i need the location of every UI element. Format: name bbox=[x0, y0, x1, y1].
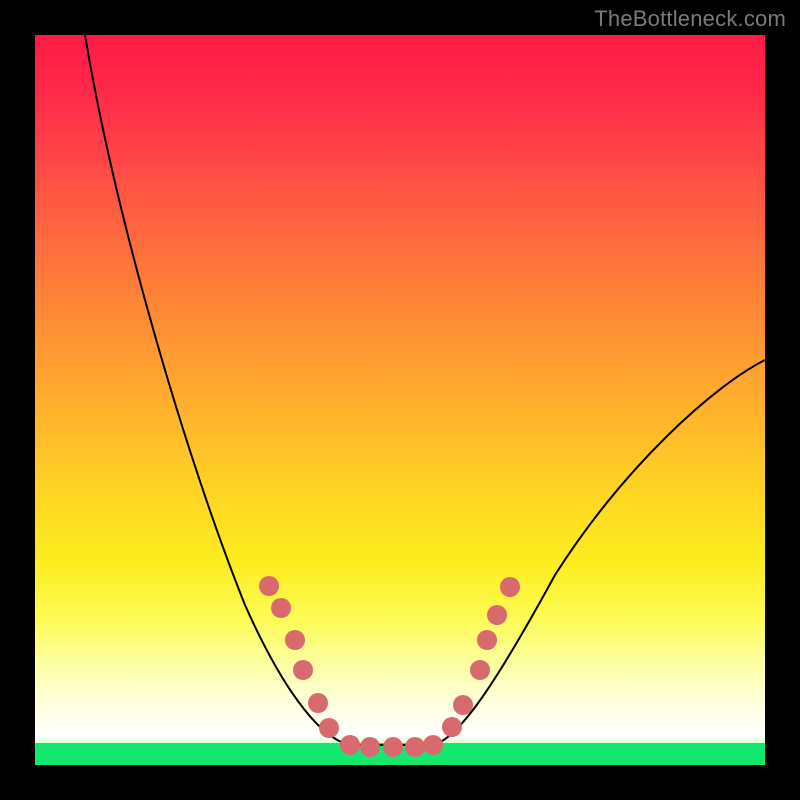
marker-dot bbox=[285, 630, 305, 650]
marker-dot bbox=[470, 660, 490, 680]
marker-dot bbox=[477, 630, 497, 650]
marker-dot bbox=[487, 605, 507, 625]
marker-dot bbox=[340, 735, 360, 755]
marker-dot bbox=[442, 717, 462, 737]
curve-markers bbox=[259, 576, 520, 757]
marker-dot bbox=[293, 660, 313, 680]
curve-path bbox=[85, 35, 765, 745]
marker-dot bbox=[308, 693, 328, 713]
marker-dot bbox=[360, 737, 380, 757]
marker-dot bbox=[383, 737, 403, 757]
marker-dot bbox=[259, 576, 279, 596]
watermark-text: TheBottleneck.com bbox=[594, 6, 786, 32]
plot-area bbox=[35, 35, 765, 765]
bottleneck-curve bbox=[35, 35, 765, 765]
marker-dot bbox=[500, 577, 520, 597]
marker-dot bbox=[423, 735, 443, 755]
chart-container: TheBottleneck.com bbox=[0, 0, 800, 800]
marker-dot bbox=[319, 718, 339, 738]
marker-dot bbox=[271, 598, 291, 618]
marker-dot bbox=[405, 737, 425, 757]
marker-dot bbox=[453, 695, 473, 715]
